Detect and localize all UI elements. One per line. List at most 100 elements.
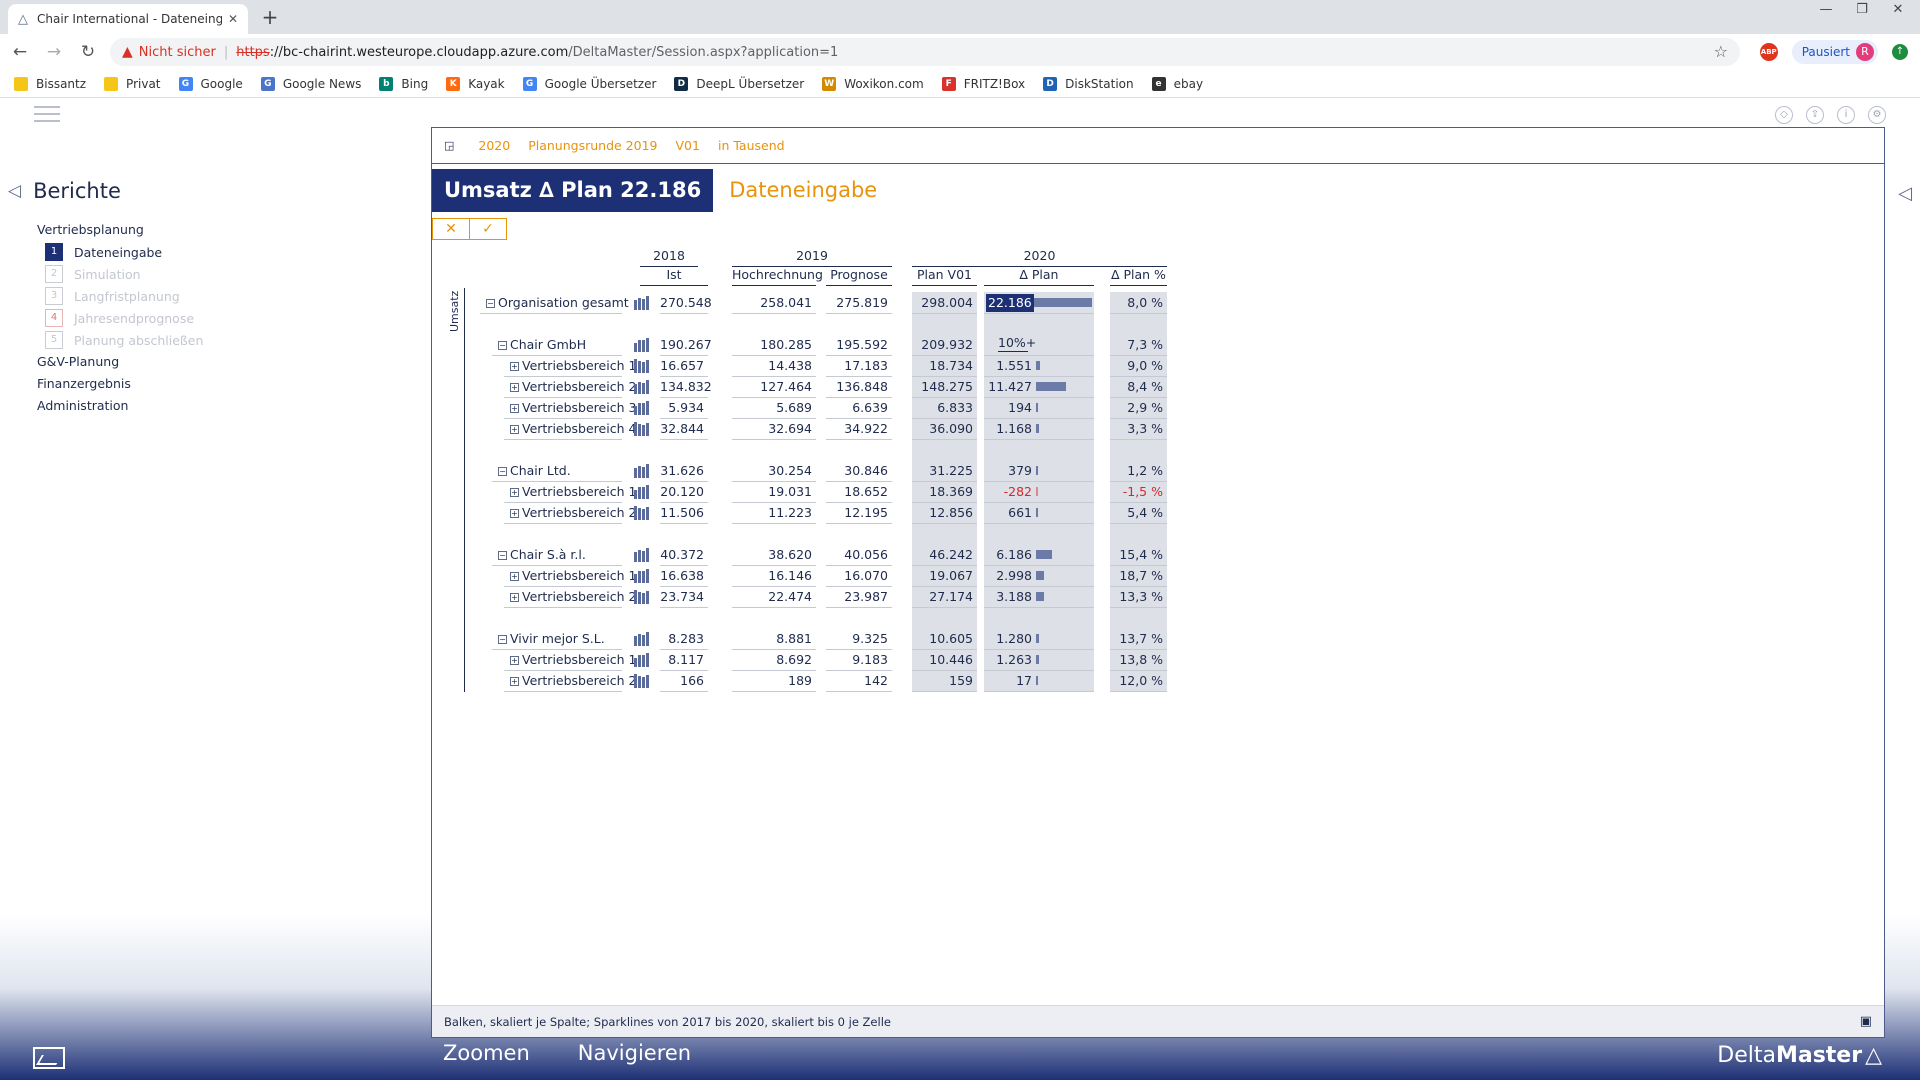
bookmark-item[interactable]: Bissantz	[14, 76, 86, 91]
delta-plan-cell[interactable]: 11.427	[984, 378, 1032, 396]
new-tab-button[interactable]: +	[258, 5, 282, 29]
bookmark-item[interactable]: W Woxikon.com	[822, 76, 924, 91]
bookmark-item[interactable]: G Google Übersetzer	[522, 76, 656, 91]
filter-corner-icon[interactable]: ◲	[444, 139, 454, 152]
row-label[interactable]: + Vertriebsbereich 1	[510, 651, 636, 669]
value-cell-plan[interactable]: 159	[912, 672, 973, 690]
collapse-node-icon[interactable]: −	[486, 299, 495, 308]
delta-plan-cell[interactable]: 1.551	[984, 357, 1032, 375]
row-label[interactable]: + Vertriebsbereich 2	[510, 378, 636, 396]
nav-step-item[interactable]: 3 Langfristplanung	[45, 285, 408, 307]
info-icon[interactable]: i	[1837, 106, 1855, 124]
delta-plan-cell[interactable]: 1.280	[984, 630, 1032, 648]
column-header[interactable]: Plan V01	[912, 267, 977, 282]
export-icon[interactable]: ⇪	[1806, 106, 1824, 124]
value-cell-plan[interactable]: 6.833	[912, 399, 973, 417]
delta-plan-cell[interactable]: -282	[984, 483, 1032, 501]
column-header[interactable]: Hochrechnung	[732, 267, 823, 282]
expand-node-icon[interactable]: +	[510, 404, 519, 413]
zoom-button[interactable]: Zoomen	[443, 1041, 530, 1065]
nav-step-item[interactable]: 1 Dateneingabe	[45, 241, 408, 263]
bookmark-item[interactable]: G Google News	[260, 76, 361, 91]
filter-crumb[interactable]: 2020	[478, 138, 510, 153]
value-cell-plan[interactable]: 18.734	[912, 357, 973, 375]
adblock-icon[interactable]: ABP	[1759, 43, 1778, 61]
row-label[interactable]: + Vertriebsbereich 4	[510, 420, 636, 438]
column-header[interactable]: ∆ Plan	[984, 267, 1094, 282]
value-cell-plan[interactable]: 27.174	[912, 588, 973, 606]
bookmark-item[interactable]: b Bing	[379, 76, 428, 91]
collapse-node-icon[interactable]: −	[498, 467, 507, 476]
value-cell-plan[interactable]: 209.932	[912, 336, 973, 354]
collapse-right-icon[interactable]: ◁	[1898, 183, 1912, 204]
nav-step-item[interactable]: 5 Planung abschließen	[45, 329, 408, 351]
delta-plan-edit-cell[interactable]: 22.186	[986, 294, 1034, 312]
nav-step-item[interactable]: 2 Simulation	[45, 263, 408, 285]
cancel-edit-button[interactable]: ✕	[432, 218, 470, 240]
row-label[interactable]: − Organisation gesamt	[486, 294, 629, 312]
bookmark-item[interactable]: e ebay	[1151, 76, 1203, 91]
collapse-node-icon[interactable]: −	[498, 341, 507, 350]
address-bar[interactable]: ▲ Nicht sicher | https://bc-chairint.wes…	[110, 38, 1740, 66]
close-tab-icon[interactable]: ✕	[228, 12, 238, 26]
expand-node-icon[interactable]: +	[510, 383, 519, 392]
row-label[interactable]: + Vertriebsbereich 2	[510, 504, 636, 522]
expand-node-icon[interactable]: +	[510, 593, 519, 602]
column-header[interactable]: ∆ Plan %	[1110, 267, 1167, 282]
browser-tab[interactable]: △ Chair International - Dateneingabe ✕	[8, 4, 248, 34]
delta-plan-cell[interactable]: 17	[984, 672, 1032, 690]
column-header[interactable]: Ist	[640, 267, 708, 282]
row-label[interactable]: + Vertriebsbereich 1	[510, 567, 636, 585]
filter-crumb[interactable]: in Tausend	[718, 138, 785, 153]
close-window-icon[interactable]: ✕	[1880, 0, 1916, 26]
row-label[interactable]: − Chair GmbH	[498, 336, 586, 354]
expand-node-icon[interactable]: +	[510, 362, 519, 371]
expand-node-icon[interactable]: +	[510, 425, 519, 434]
nav-group-item[interactable]: G&V-Planung	[37, 351, 408, 373]
minimize-icon[interactable]: —	[1808, 0, 1844, 26]
delta-plan-cell[interactable]: 1.168	[984, 420, 1032, 438]
settings-gear-icon[interactable]: ⚙	[1868, 106, 1886, 124]
value-cell-plan[interactable]: 46.242	[912, 546, 973, 564]
back-arrow-icon[interactable]: ←	[6, 38, 34, 66]
value-cell-plan[interactable]: 148.275	[912, 378, 973, 396]
reload-icon[interactable]: ↻	[74, 38, 102, 66]
confirm-edit-button[interactable]: ✓	[469, 218, 507, 240]
menu-icon[interactable]	[34, 106, 60, 122]
expand-node-icon[interactable]: +	[510, 677, 519, 686]
filter-crumb[interactable]: Planungsrunde 2019	[528, 138, 657, 153]
row-label[interactable]: + Vertriebsbereich 2	[510, 588, 636, 606]
delta-plan-cell[interactable]: 1.263	[984, 651, 1032, 669]
row-label[interactable]: + Vertriebsbereich 1	[510, 483, 636, 501]
cube-icon[interactable]: ◇	[1775, 106, 1793, 124]
bookmark-item[interactable]: Privat	[104, 76, 161, 91]
sync-paused-button[interactable]: Pausiert R	[1791, 40, 1878, 64]
bookmark-item[interactable]: K Kayak	[446, 76, 505, 91]
row-label[interactable]: + Vertriebsbereich 3	[510, 399, 636, 417]
navigate-button[interactable]: Navigieren	[578, 1041, 691, 1065]
column-header[interactable]: Prognose	[826, 267, 892, 282]
delta-plan-cell[interactable]: 661	[984, 504, 1032, 522]
restore-icon[interactable]: ❐	[1844, 0, 1880, 26]
bookmark-item[interactable]: G Google	[178, 76, 243, 91]
row-label[interactable]: + Vertriebsbereich 1	[510, 357, 636, 375]
user-card-icon[interactable]: ▣	[1860, 1014, 1872, 1029]
value-cell-plan[interactable]: 10.446	[912, 651, 973, 669]
bookmark-star-icon[interactable]: ☆	[1714, 42, 1728, 61]
expand-node-icon[interactable]: +	[510, 656, 519, 665]
row-label[interactable]: − Chair Ltd.	[498, 462, 571, 480]
expand-node-icon[interactable]: +	[510, 509, 519, 518]
nav-group-item[interactable]: Finanzergebnis	[37, 373, 408, 395]
value-cell-plan[interactable]: 298.004	[912, 294, 973, 312]
bookmark-item[interactable]: D DiskStation	[1043, 76, 1134, 91]
value-cell-plan[interactable]: 10.605	[912, 630, 973, 648]
update-arrow-icon[interactable]: ↑	[1892, 44, 1908, 60]
row-label[interactable]: + Vertriebsbereich 2	[510, 672, 636, 690]
bookmark-item[interactable]: F FRITZ!Box	[941, 76, 1025, 91]
delta-plan-cell[interactable]: 194	[984, 399, 1032, 417]
chart-view-icon[interactable]	[33, 1047, 65, 1069]
delta-plan-cell[interactable]: 6.186	[984, 546, 1032, 564]
value-cell-plan[interactable]: 19.067	[912, 567, 973, 585]
nav-group-item[interactable]: Administration	[37, 395, 408, 417]
delta-plan-cell[interactable]: 379	[984, 462, 1032, 480]
